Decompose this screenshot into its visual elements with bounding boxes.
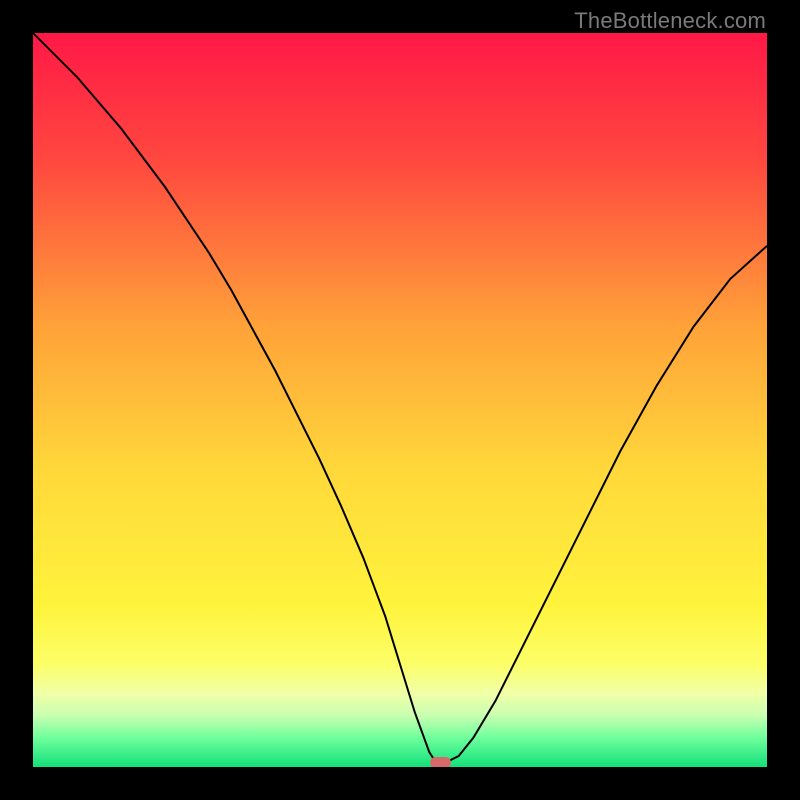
bottleneck-curve <box>33 33 767 767</box>
plot-area <box>33 33 767 767</box>
attribution-text: TheBottleneck.com <box>574 8 766 34</box>
optimal-point-marker <box>430 757 451 767</box>
chart-frame: TheBottleneck.com <box>0 0 800 800</box>
